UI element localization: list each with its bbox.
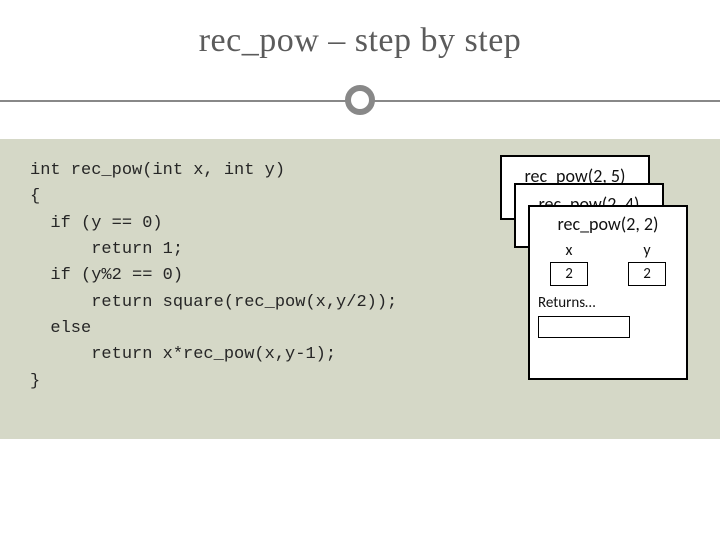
returns-value-box bbox=[538, 316, 630, 338]
returns-label: Returns… bbox=[538, 294, 678, 312]
x-label: x bbox=[549, 241, 589, 260]
slide-title: rec_pow – step by step bbox=[0, 0, 720, 60]
divider-circle-icon bbox=[345, 85, 375, 115]
slide: rec_pow – step by step int rec_pow(int x… bbox=[0, 0, 720, 540]
x-value: 2 bbox=[550, 262, 588, 286]
x-column: x 2 bbox=[549, 241, 589, 286]
y-value: 2 bbox=[628, 262, 666, 286]
y-label: y bbox=[627, 241, 667, 260]
y-column: y 2 bbox=[627, 241, 667, 286]
frame-title: rec_pow(2, 2) bbox=[538, 213, 678, 235]
code-block: int rec_pow(int x, int y) { if (y == 0) … bbox=[30, 158, 397, 395]
stack-frame-3: rec_pow(2, 2) x 2 y 2 Returns… bbox=[528, 205, 688, 380]
xy-row: x 2 y 2 bbox=[538, 241, 678, 286]
